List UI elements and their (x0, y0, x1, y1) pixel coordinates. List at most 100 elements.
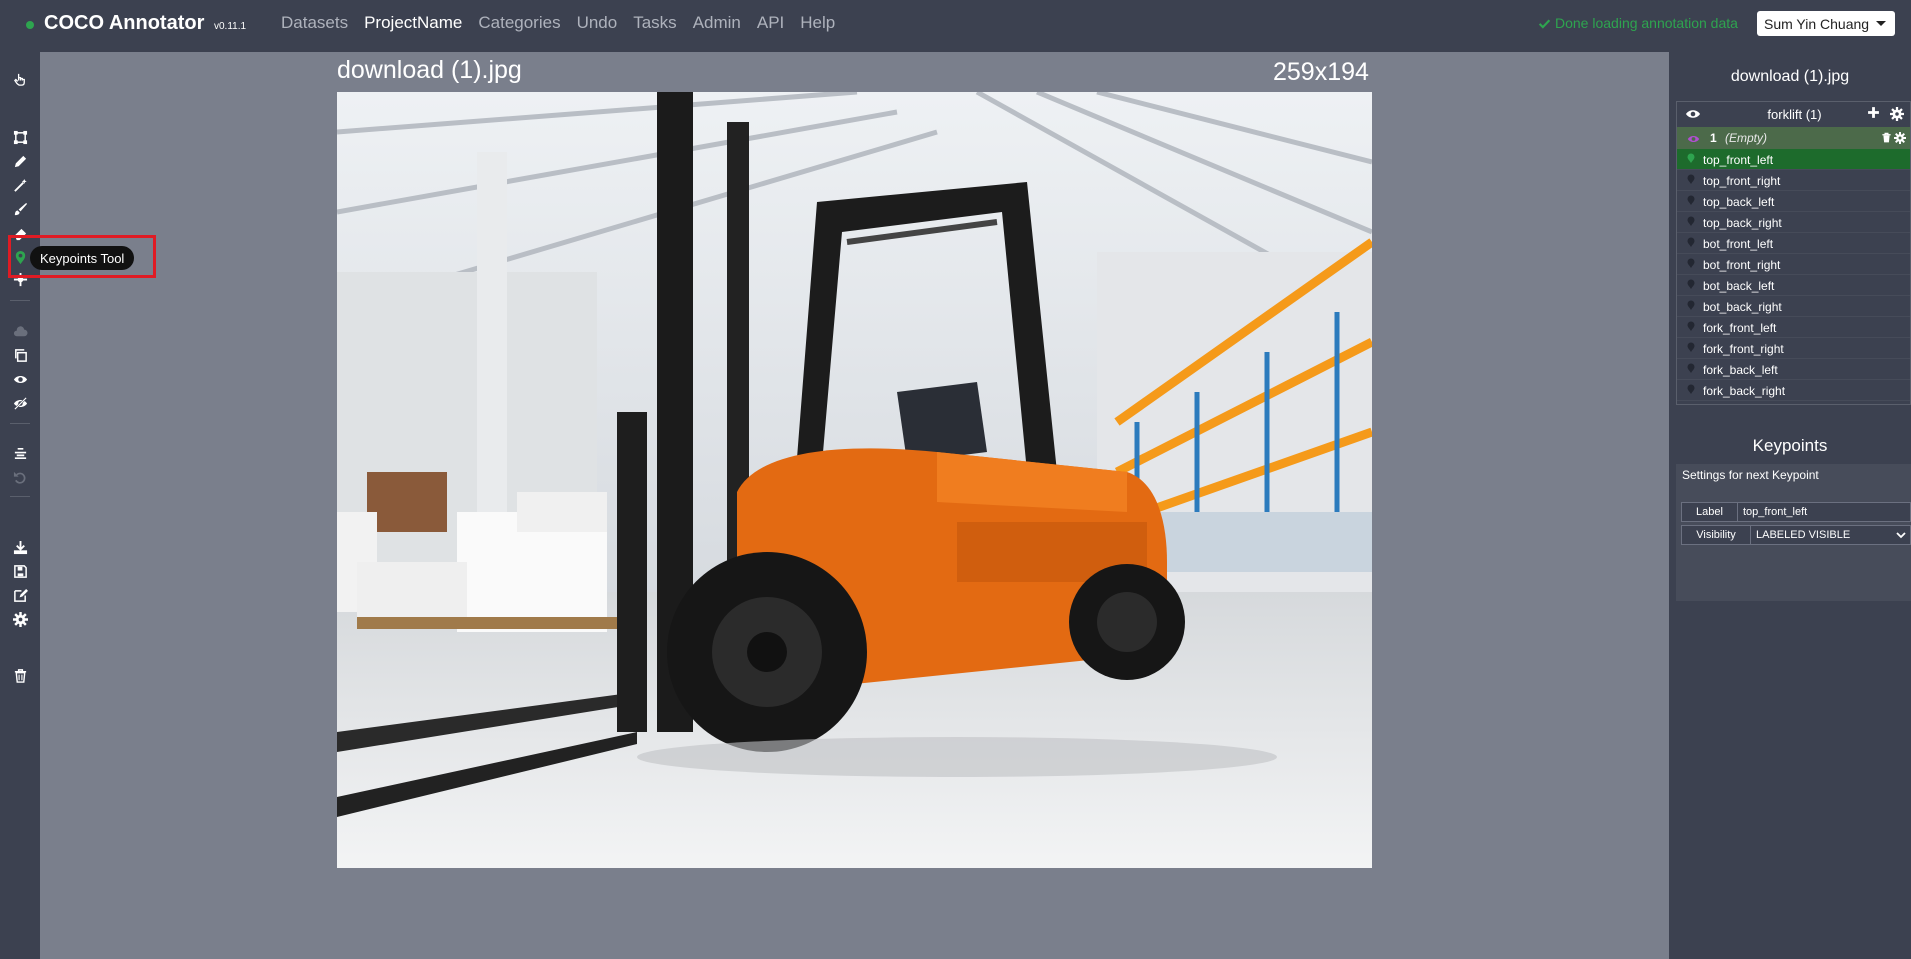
map-marker-icon (1687, 363, 1695, 377)
keypoint-item[interactable]: bot_back_right (1677, 296, 1910, 317)
load-status: Done loading annotation data (1538, 15, 1738, 31)
keypoint-item[interactable]: fork_front_left (1677, 317, 1910, 338)
keypoint-label: bot_back_right (1703, 300, 1782, 314)
tool-sidebar (0, 52, 40, 959)
cloud-icon (13, 325, 28, 336)
label-input[interactable]: top_front_left (1737, 503, 1910, 521)
magic-wand-tool[interactable] (10, 176, 30, 194)
annotation-row[interactable]: 1 (Empty) (1677, 127, 1910, 149)
category-header[interactable]: forklift (1) (1677, 102, 1910, 127)
sidebar-filename: download (1).jpg (1730, 68, 1850, 85)
map-marker-icon (1687, 258, 1695, 272)
map-marker-icon (1687, 300, 1695, 314)
keypoint-label: bot_back_left (1703, 279, 1775, 293)
keypoint-label-field: Label top_front_left (1681, 502, 1911, 522)
center-tool[interactable] (10, 444, 30, 462)
nav-links: Datasets ProjectName Categories Undo Tas… (281, 13, 851, 33)
download-tool[interactable] (10, 538, 30, 556)
nav-link-categories[interactable]: Categories (478, 13, 560, 33)
visibility-value: LABELED VISIBLE (1756, 529, 1851, 541)
canvas-filename: download (1).jpg (337, 56, 522, 84)
nav-link-tasks[interactable]: Tasks (633, 13, 676, 33)
eye-icon (13, 375, 27, 383)
app-brand[interactable]: COCO Annotator (44, 12, 204, 35)
map-marker-icon (1687, 174, 1695, 188)
bbox-tool[interactable] (10, 128, 30, 146)
nav-link-admin[interactable]: Admin (693, 13, 741, 33)
select-tool[interactable] (10, 70, 30, 88)
keypoint-item[interactable]: fork_front_right (1677, 338, 1910, 359)
delete-tool[interactable] (10, 666, 30, 684)
top-navbar: COCO Annotator v0.11.1 Datasets ProjectN… (0, 0, 1911, 52)
visibility-select[interactable]: LABELED VISIBLE (1750, 526, 1910, 544)
settings-tool[interactable] (10, 610, 30, 628)
toolbar-divider (10, 300, 30, 301)
keypoint-item[interactable]: bot_front_left (1677, 233, 1910, 254)
magic-wand-icon (13, 178, 27, 192)
keypoint-item[interactable]: bot_back_left (1677, 275, 1910, 296)
keypoint-settings-hint: Settings for next Keypoint (1682, 468, 1819, 482)
keypoint-label: top_front_right (1703, 174, 1781, 188)
show-all-tool[interactable] (10, 370, 30, 388)
map-marker-icon (1687, 216, 1695, 230)
keypoint-item[interactable]: bot_front_right (1677, 254, 1910, 275)
check-icon (1538, 19, 1551, 29)
load-status-text: Done loading annotation data (1555, 15, 1738, 31)
save-tool[interactable] (10, 562, 30, 580)
annotation-id: 1 (1710, 131, 1717, 145)
polygon-tool[interactable] (10, 152, 30, 170)
keypoint-visibility-field: Visibility LABELED VISIBLE (1681, 525, 1911, 545)
align-center-icon (14, 447, 26, 459)
keypoint-item[interactable]: top_front_right (1677, 170, 1910, 191)
eye-icon (1686, 110, 1700, 118)
edit-tool[interactable] (10, 586, 30, 604)
annotation-image[interactable] (337, 92, 1372, 868)
keypoint-item[interactable]: fork_back_right (1677, 380, 1910, 401)
keypoint-item[interactable]: top_back_left (1677, 191, 1910, 212)
delete-annotation-button[interactable] (1881, 132, 1892, 146)
keypoint-item[interactable]: top_front_left (1677, 149, 1910, 170)
keypoint-item[interactable]: fork_back_left (1677, 359, 1910, 380)
keypoint-list: top_front_left top_front_right top_back_le… (1677, 149, 1910, 401)
toolbar-divider (10, 423, 30, 424)
keypoint-label: fork_front_right (1703, 342, 1784, 356)
hide-all-tool[interactable] (10, 394, 30, 412)
copy-tool[interactable] (10, 346, 30, 364)
category-settings-button[interactable] (1890, 107, 1904, 124)
keypoint-label: top_back_right (1703, 216, 1782, 230)
keypoint-label: bot_front_right (1703, 258, 1781, 272)
nav-link-project[interactable]: ProjectName (364, 13, 462, 33)
keypoint-label: top_front_left (1703, 153, 1774, 167)
category-visibility-toggle[interactable] (1685, 108, 1701, 123)
map-marker-icon (1687, 153, 1695, 167)
category-panel: forklift (1) 1 (Empty) top_front_left to… (1676, 101, 1911, 405)
trash-icon (14, 668, 26, 683)
trash-icon (1882, 132, 1891, 143)
nav-link-api[interactable]: API (757, 13, 784, 33)
nav-link-undo[interactable]: Undo (577, 13, 618, 33)
eye-slash-icon (13, 396, 27, 410)
keypoints-title: Keypoints (1752, 436, 1828, 455)
status-dot (26, 21, 34, 29)
brush-tool[interactable] (10, 200, 30, 218)
add-annotation-button[interactable] (1867, 106, 1880, 124)
annotation-visibility-toggle[interactable] (1687, 133, 1700, 147)
keypoint-label: bot_front_left (1703, 237, 1774, 251)
keypoint-item[interactable]: top_back_right (1677, 212, 1910, 233)
plus-icon (1868, 107, 1879, 118)
keypoint-settings-panel: Settings for next Keypoint Label top_fro… (1676, 464, 1911, 601)
annotation-label: (Empty) (1725, 131, 1767, 145)
nav-link-datasets[interactable]: Datasets (281, 13, 348, 33)
download-icon (13, 540, 27, 554)
chevron-down-icon (1896, 532, 1906, 539)
canvas-dimensions: 259x194 (1273, 58, 1369, 86)
gear-icon (1890, 107, 1904, 121)
cloud-tool[interactable] (10, 322, 30, 340)
map-marker-icon (1687, 342, 1695, 356)
user-dropdown[interactable]: Sum Yin Chuang (1757, 11, 1895, 36)
annotation-settings-button[interactable] (1894, 132, 1906, 147)
bbox-icon (13, 130, 27, 144)
nav-link-help[interactable]: Help (800, 13, 835, 33)
map-marker-icon (1687, 195, 1695, 209)
undo-tool[interactable] (10, 468, 30, 486)
